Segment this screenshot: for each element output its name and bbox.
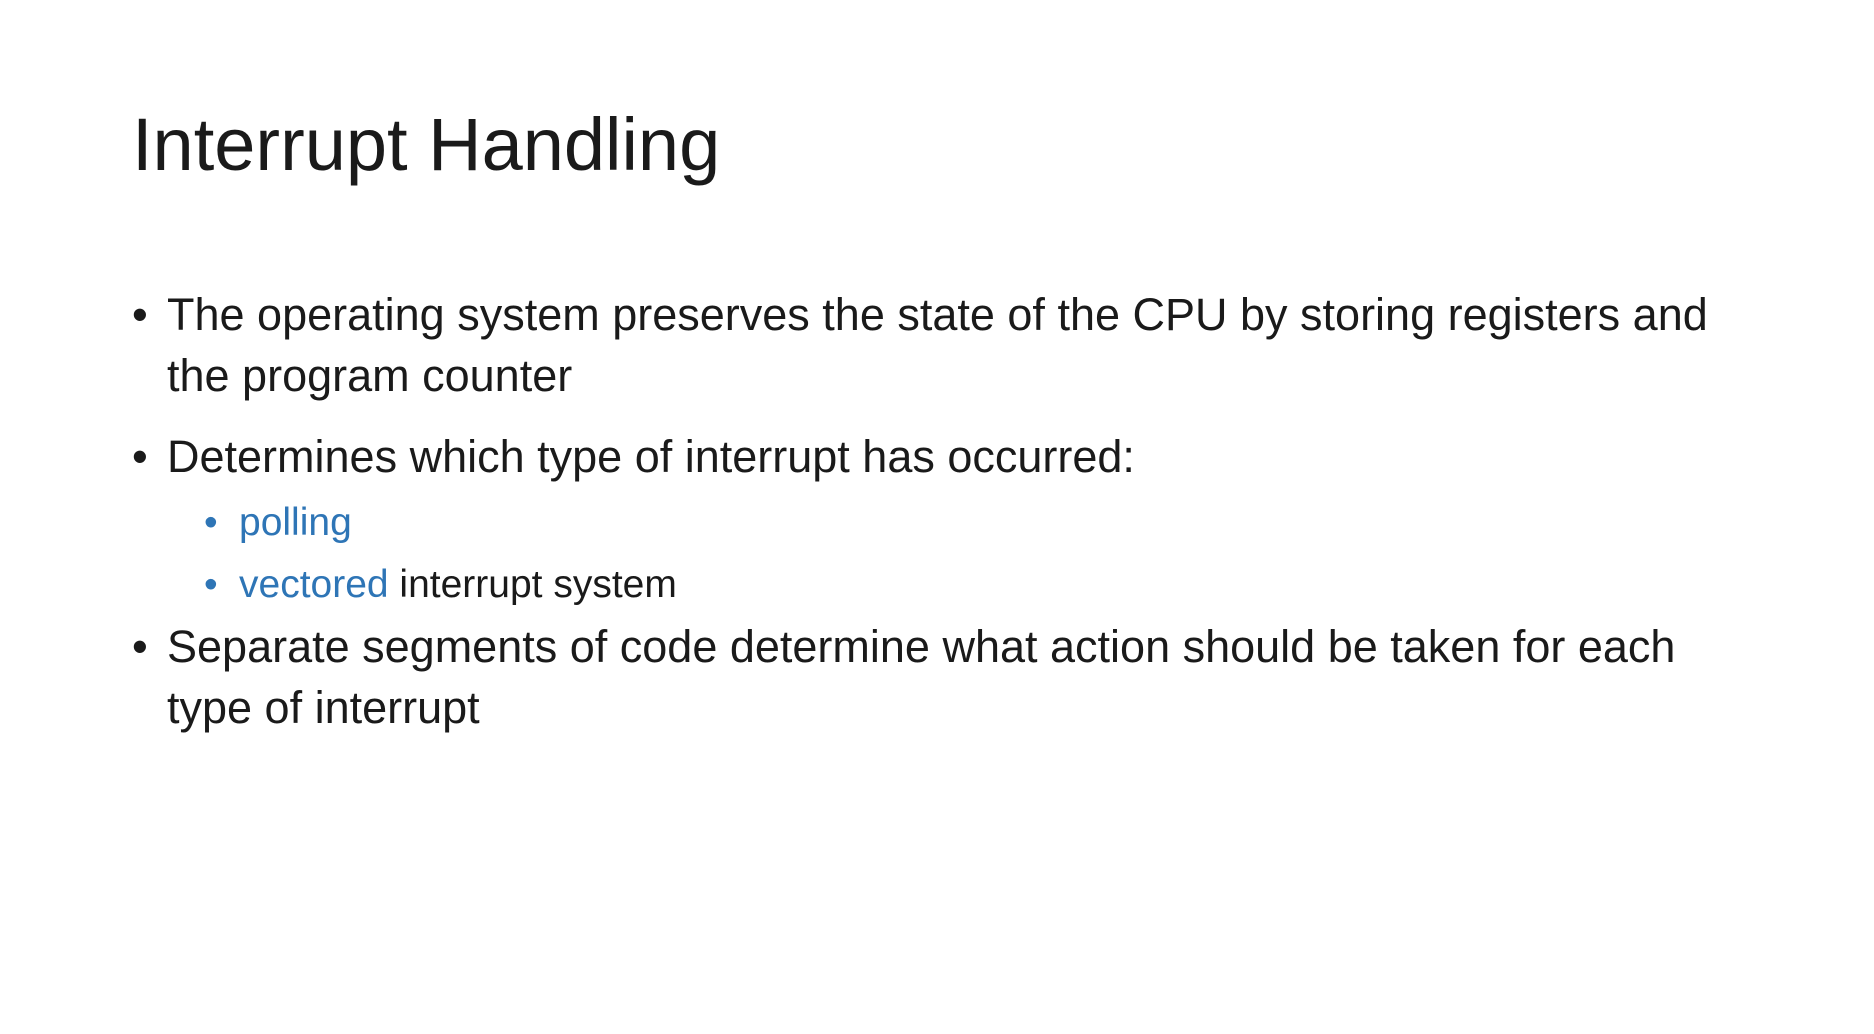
slide-title: Interrupt Handling — [132, 103, 721, 186]
sub-bullet-list: • polling • vectored interrupt system — [132, 495, 1752, 612]
sub-bullet-dot-icon: • — [204, 563, 218, 606]
bullet-list: • The operating system preserves the sta… — [132, 284, 1752, 738]
bullet-dot-icon: • — [132, 621, 148, 672]
sub-bullet-item: • polling — [132, 495, 1752, 550]
sub-bullet-highlight: polling — [239, 501, 352, 544]
bullet-text: The operating system preserves the state… — [167, 289, 1708, 401]
bullet-item: • Determines which type of interrupt has… — [132, 426, 1752, 487]
bullet-text: Separate segments of code determine what… — [167, 621, 1676, 733]
bullet-dot-icon: • — [132, 431, 148, 482]
bullet-item: • The operating system preserves the sta… — [132, 284, 1752, 406]
sub-bullet-item: • vectored interrupt system — [132, 557, 1752, 612]
bullet-text: Determines which type of interrupt has o… — [167, 431, 1135, 482]
sub-bullet-highlight: vectored — [239, 563, 389, 606]
bullet-dot-icon: • — [132, 289, 148, 340]
sub-bullet-dot-icon: • — [204, 501, 218, 544]
slide: Interrupt Handling • The operating syste… — [0, 0, 1874, 1034]
bullet-item: • Separate segments of code determine wh… — [132, 616, 1752, 738]
sub-bullet-text: interrupt system — [388, 563, 677, 606]
